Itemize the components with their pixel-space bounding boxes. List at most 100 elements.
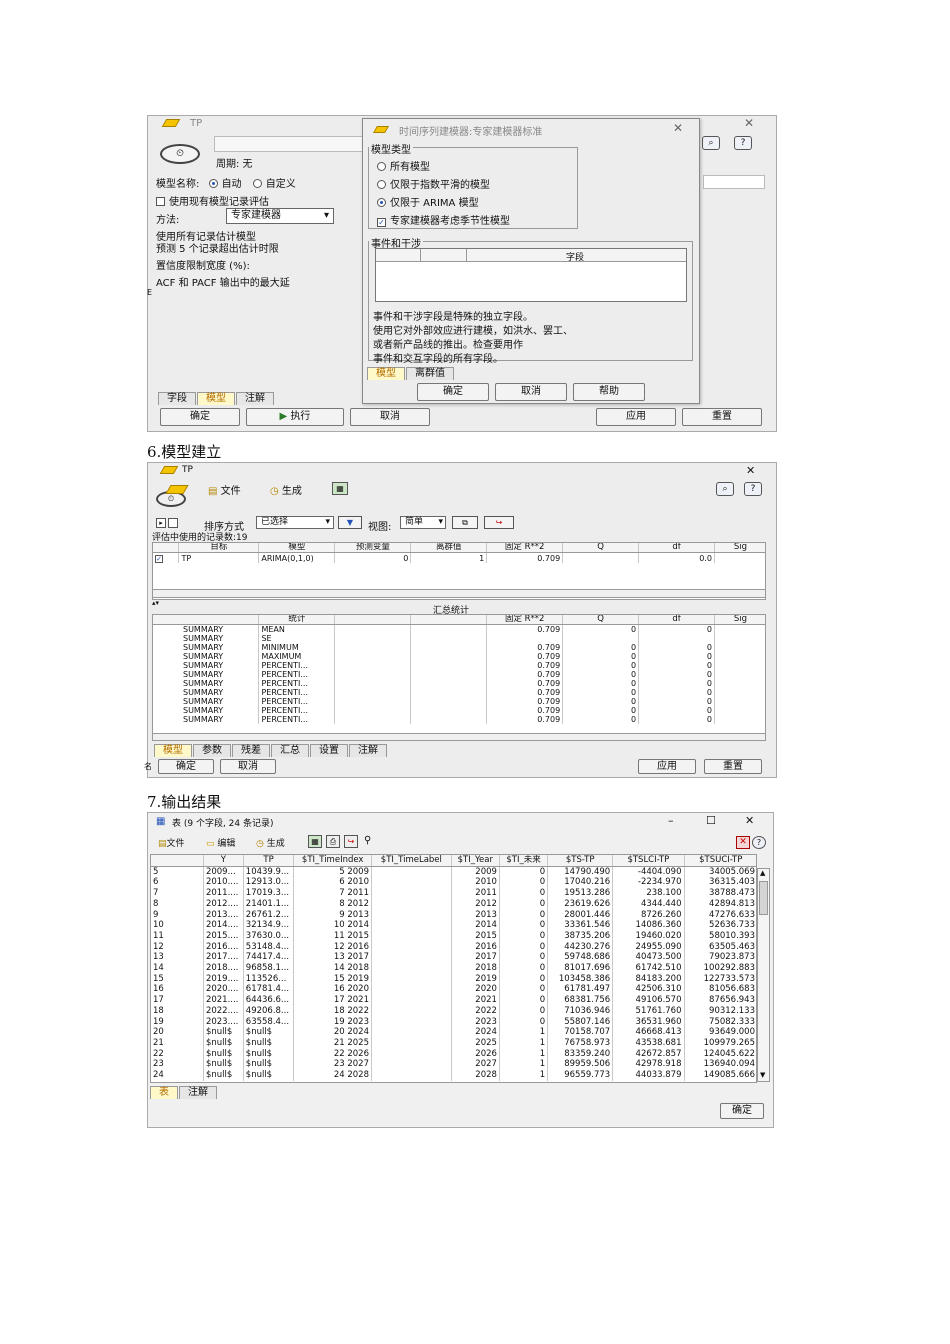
table-row[interactable]: 24 $null$ $null$ 24 2028 2028 1 96559.773 44033… (151, 1070, 756, 1081)
summary-row[interactable]: SUMMARY PERCENTI... 0.709 0 0 (153, 697, 765, 706)
method-select[interactable]: 专家建模器 ▾ (226, 208, 334, 224)
col-df[interactable]: df (638, 543, 715, 553)
table-row[interactable]: ✓ TP ARIMA(0,1,0) 0 1 0.709 0.0 (153, 552, 765, 563)
table-row[interactable]: 11 2015.... 37630.0... 11 2015 2015 0 38735.20… (151, 930, 756, 942)
table-row[interactable]: 21 $null$ $null$ 21 2025 2025 1 76758.973 43538… (151, 1037, 756, 1049)
row-checkbox[interactable]: ✓ (153, 552, 180, 563)
summary-row[interactable]: SUMMARY PERCENTI... 0.709 0 0 (153, 706, 765, 715)
col-q[interactable]: Q (562, 543, 640, 553)
expert-help-button[interactable]: 帮助 (573, 383, 645, 401)
find-icon[interactable]: ⚲ (364, 835, 371, 846)
summary-row[interactable]: SUMMARY PERCENTI... 0.709 0 0 (153, 679, 765, 688)
s-col-df[interactable]: df (638, 615, 715, 625)
tab-model[interactable]: 模型 (197, 392, 235, 405)
file-menu[interactable]: ▤文件 (158, 836, 185, 849)
table-row[interactable]: 8 2012.... 21401.1... 8 2012 2012 0 23619.626 4… (151, 898, 756, 910)
summary-row[interactable]: SUMMARY MINIMUM 0.709 0 0 (153, 643, 765, 652)
edit-menu[interactable]: ▭ 编辑 (206, 836, 235, 849)
minimize-icon[interactable]: – (668, 814, 674, 827)
table-row[interactable]: 23 $null$ $null$ 23 2027 2027 1 89959.506 42978… (151, 1059, 756, 1071)
close-icon[interactable]: ✕ (746, 464, 755, 477)
scroll-down-icon[interactable]: ▼ (760, 1071, 765, 1079)
output-vscrollbar[interactable]: ▲ ▼ (757, 868, 770, 1082)
s-col-stat[interactable]: 统计 (258, 615, 336, 625)
preview-icon[interactable]: ⌕ (716, 482, 734, 496)
col-sig[interactable]: Sig (714, 543, 765, 553)
col-tp[interactable]: TP (243, 855, 295, 867)
tab-table[interactable]: 表 (150, 1086, 178, 1099)
summary-row[interactable]: SUMMARY PERCENTI... 0.709 0 0 (153, 688, 765, 697)
col-tslci-tp[interactable]: $TSLCI-TP (612, 855, 685, 867)
summary-row[interactable]: SUMMARY MAXIMUM 0.709 0 0 (153, 652, 765, 661)
table-row[interactable]: 16 2020.... 61781.4... 16 2020 2020 0 61781.49… (151, 984, 756, 996)
col-future[interactable]: $TI_未来 (499, 855, 549, 867)
close-icon[interactable]: ✕ (745, 814, 754, 827)
summary-row[interactable]: SUMMARY PERCENTI... 0.709 0 0 (153, 715, 765, 724)
help-icon[interactable]: ? (752, 836, 766, 849)
preview-icon[interactable]: ⌕ (702, 136, 720, 150)
table-row[interactable]: 7 2011.... 17019.3... 7 2011 2011 0 19513.286 2… (151, 888, 756, 899)
s-col-0[interactable] (153, 615, 260, 625)
table-row[interactable]: 19 2023.... 63558.4... 19 2023 2023 0 55807.14… (151, 1016, 756, 1028)
apply-button[interactable]: 应用 (638, 759, 696, 774)
col-timelabel[interactable]: $TI_TimeLabel (371, 855, 452, 867)
close-icon[interactable]: ✕ (673, 121, 683, 135)
auto-radio[interactable] (208, 179, 218, 188)
generate-menu[interactable]: ◷ 生成 (270, 482, 302, 497)
custom-radio[interactable] (252, 179, 262, 188)
col-outliers[interactable]: 离群值 (410, 543, 488, 553)
print-icon[interactable]: ⎙ (326, 835, 340, 848)
reset-button[interactable]: 重置 (682, 408, 762, 426)
tab-summary[interactable]: 汇总 (271, 744, 309, 757)
tab-model-type[interactable]: 模型 (367, 367, 405, 380)
table-row[interactable]: 6 2010.... 12913.0... 6 2010 2010 0 17040.216-… (151, 877, 756, 889)
table-row[interactable]: 14 2018.... 96858.1... 14 2018 2018 0 81017.69… (151, 963, 756, 974)
s-col-3[interactable] (410, 615, 488, 625)
maximize-icon[interactable]: ☐ (706, 814, 716, 827)
arima-radio[interactable] (377, 198, 386, 207)
summary-hscrollbar[interactable] (152, 733, 766, 741)
sort-select[interactable]: 已选择 ▾ (256, 516, 334, 529)
expert-cancel-button[interactable]: 取消 (495, 383, 567, 401)
col-y[interactable]: Y (203, 855, 244, 867)
tab-notes[interactable]: 注解 (349, 744, 387, 757)
models-hscrollbar[interactable] (152, 589, 766, 598)
tab-fields[interactable]: 字段 (158, 392, 196, 405)
s-col-sig[interactable]: Sig (714, 615, 765, 625)
cancel-button[interactable]: 取消 (350, 408, 430, 426)
s-col-rsq[interactable]: 固定 R**2 (486, 615, 564, 625)
tab-outliers[interactable]: 离群值 (406, 367, 454, 380)
table-row[interactable]: 13 2017.... 74417.4... 13 2017 2017 0 59748.68… (151, 952, 756, 964)
s-col-2[interactable] (334, 615, 412, 625)
close-red-icon[interactable]: ✕ (736, 836, 750, 849)
scroll-up-icon[interactable]: ▲ (760, 869, 765, 877)
cancel-button[interactable]: 取消 (220, 759, 276, 774)
sort-direction-button[interactable]: ▼ (338, 516, 362, 529)
s-col-q[interactable]: Q (562, 615, 640, 625)
file-menu[interactable]: ▤ 文件 (208, 482, 241, 497)
run-button[interactable]: ▶ 执行 (246, 408, 344, 426)
tab-notes[interactable]: 注解 (236, 392, 274, 405)
apply-button[interactable]: 应用 (596, 408, 676, 426)
view-select[interactable]: 简单 ▾ (400, 516, 446, 529)
table-row[interactable]: 12 2016.... 53148.4... 12 2016 2016 0 44230.27… (151, 941, 756, 953)
help-icon[interactable]: ? (734, 136, 752, 150)
tab-notes[interactable]: 注解 (179, 1086, 217, 1099)
col-year[interactable]: $TI_Year (451, 855, 500, 867)
col-target[interactable]: 目标 (178, 543, 260, 553)
table-row[interactable]: 17 2021.... 64436.6... 17 2021 2021 0 68381.75… (151, 995, 756, 1006)
summary-row[interactable]: SUMMARY PERCENTI... 0.709 0 0 (153, 661, 765, 670)
tab-model[interactable]: 模型 (154, 744, 192, 757)
export-icon[interactable]: ↪ (484, 516, 514, 529)
close-icon[interactable]: ✕ (744, 116, 754, 130)
col-timeindex[interactable]: $TI_TimeIndex (293, 855, 372, 867)
export-icon[interactable]: ↪ (344, 835, 358, 848)
ok-button[interactable]: 确定 (158, 759, 214, 774)
scroll-thumb[interactable] (759, 881, 768, 915)
summary-row[interactable]: SUMMARY MEAN 0.709 0 0 (153, 624, 765, 634)
table-row[interactable]: 10 2014.... 32134.9... 10 2014 2014 0 33361.54… (151, 920, 756, 931)
collapse-icon[interactable] (168, 518, 178, 528)
exp-smoothing-radio[interactable] (377, 180, 386, 189)
ok-button[interactable]: 确定 (720, 1103, 764, 1119)
season-checkbox[interactable]: ✓ (377, 218, 386, 227)
